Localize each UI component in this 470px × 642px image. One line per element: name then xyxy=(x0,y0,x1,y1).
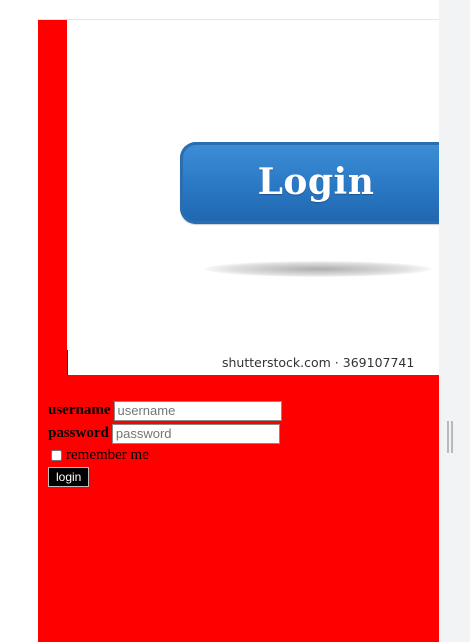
image-watermark: shutterstock.com · 369107741 xyxy=(222,355,415,370)
username-label: username xyxy=(48,402,111,418)
hero-image: Login shutterstock.com · 369107741 xyxy=(67,20,439,375)
login-button[interactable]: login xyxy=(48,467,90,487)
username-row: username xyxy=(48,399,428,422)
left-gutter xyxy=(0,0,38,642)
scroll-grip-icon[interactable] xyxy=(447,421,453,453)
password-input[interactable] xyxy=(111,423,280,444)
username-input[interactable] xyxy=(113,400,282,421)
login-form: username password remember me login xyxy=(48,399,428,487)
hero-shadow xyxy=(205,261,431,277)
password-label: password xyxy=(48,425,109,441)
remember-me-checkbox[interactable] xyxy=(51,449,62,461)
login-page: Login shutterstock.com · 369107741 usern… xyxy=(38,20,439,642)
hero-login-text: Login xyxy=(257,161,375,203)
remember-me-label: remember me xyxy=(66,446,149,463)
scrollbar-track[interactable] xyxy=(439,0,470,642)
hero-divider xyxy=(67,350,68,375)
hero-login-graphic: Login xyxy=(180,142,439,224)
remember-row: remember me xyxy=(48,445,428,465)
password-row: password xyxy=(48,422,428,445)
